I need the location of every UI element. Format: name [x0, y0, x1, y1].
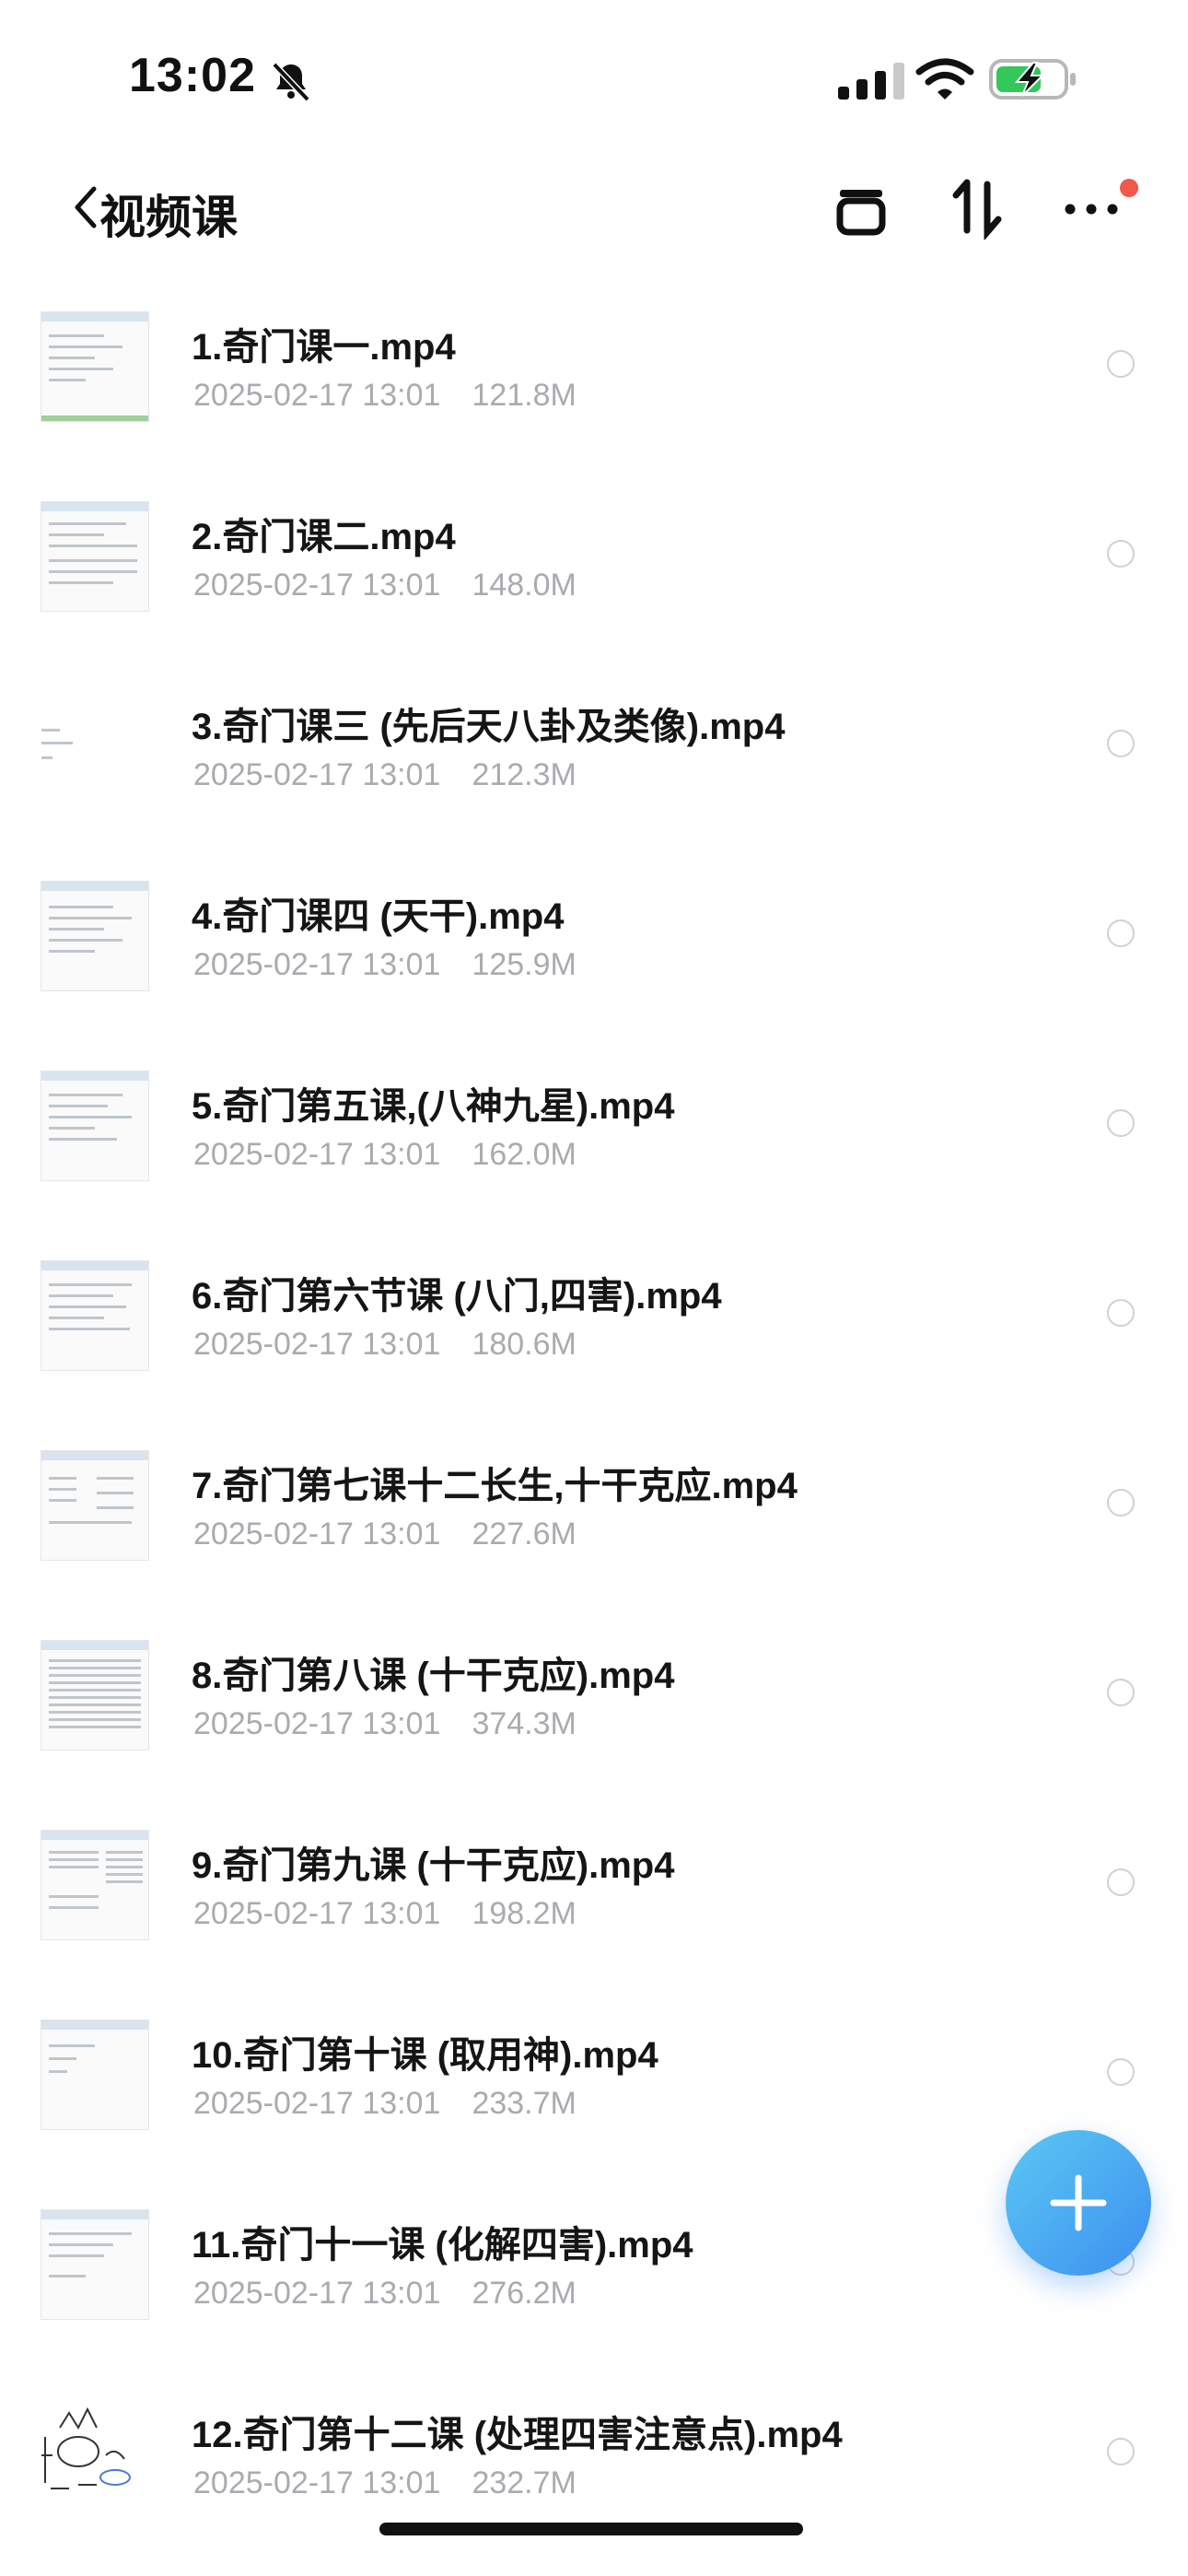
add-button[interactable]: [1006, 2130, 1151, 2276]
file-meta: 2025-02-17 13:01 374.3M: [193, 1706, 577, 1742]
file-date: 2025-02-17 13:01: [193, 378, 441, 413]
sort-icon[interactable]: [945, 175, 1009, 240]
file-meta: 2025-02-17 13:01 198.2M: [193, 1896, 577, 1932]
cellular-signal-icon: [838, 63, 904, 100]
file-size: 198.2M: [472, 1896, 577, 1931]
file-name: 7.奇门第七课十二长生,十干克应.mp4: [192, 1466, 798, 1506]
file-row[interactable]: 2.奇门课二.mp4 2025-02-17 13:01 148.0M: [0, 457, 1188, 647]
video-thumbnail: [41, 2209, 149, 2320]
file-meta: 2025-02-17 13:01 148.0M: [193, 568, 577, 603]
bell-slash-icon: [272, 62, 310, 102]
file-date: 2025-02-17 13:01: [193, 757, 441, 792]
video-thumbnail: [41, 1260, 149, 1371]
file-row[interactable]: 5.奇门第五课,(八神九星).mp4 2025-02-17 13:01 162.0…: [0, 1026, 1188, 1216]
file-name: 12.奇门第十二课 (处理四害注意点).mp4: [192, 2415, 843, 2455]
file-date: 2025-02-17 13:01: [193, 1516, 441, 1551]
file-meta: 2025-02-17 13:01 125.9M: [193, 947, 577, 983]
file-size: 276.2M: [472, 2276, 577, 2311]
file-meta: 2025-02-17 13:01 233.7M: [193, 2086, 577, 2122]
file-meta: 2025-02-17 13:01 276.2M: [193, 2276, 577, 2312]
file-name: 10.奇门第十课 (取用神).mp4: [192, 2035, 658, 2076]
file-row[interactable]: 6.奇门第六节课 (八门,四害).mp4 2025-02-17 13:01 180…: [0, 1216, 1188, 1406]
file-date: 2025-02-17 13:01: [193, 1896, 441, 1931]
file-meta: 2025-02-17 13:01 212.3M: [193, 757, 577, 793]
file-date: 2025-02-17 13:01: [193, 947, 441, 982]
file-meta: 2025-02-17 13:01 232.7M: [193, 2465, 577, 2501]
select-radio[interactable]: [1107, 730, 1135, 757]
file-row[interactable]: 7.奇门第七课十二长生,十干克应.mp4 2025-02-17 13:01 227…: [0, 1406, 1188, 1596]
select-radio[interactable]: [1107, 1109, 1135, 1137]
file-size: 374.3M: [472, 1706, 577, 1741]
navigation-bar: 视频课: [0, 157, 1188, 258]
file-row[interactable]: 9.奇门第九课 (十干克应).mp4 2025-02-17 13:01 198.2…: [0, 1786, 1188, 1975]
home-indicator[interactable]: [379, 2523, 803, 2535]
select-radio[interactable]: [1107, 1299, 1135, 1327]
video-thumbnail: [41, 2399, 149, 2510]
battery-charging-icon: [989, 59, 1076, 100]
back-chevron-icon[interactable]: [66, 181, 103, 233]
file-name: 9.奇门第九课 (十干克应).mp4: [192, 1845, 675, 1886]
file-size: 162.0M: [472, 1137, 577, 1172]
select-radio[interactable]: [1107, 1868, 1135, 1896]
file-name: 8.奇门第八课 (十干克应).mp4: [192, 1656, 675, 1696]
file-row[interactable]: 8.奇门第八课 (十干克应).mp4 2025-02-17 13:01 374.3…: [0, 1596, 1188, 1786]
select-radio[interactable]: [1107, 1489, 1135, 1516]
file-size: 180.6M: [472, 1327, 577, 1362]
file-size: 121.8M: [472, 378, 577, 413]
video-thumbnail: [41, 1830, 149, 1940]
file-row[interactable]: 3.奇门课三 (先后天八卦及类像).mp4 2025-02-17 13:01 21…: [0, 647, 1188, 837]
file-size: 227.6M: [472, 1516, 577, 1551]
file-meta: 2025-02-17 13:01 162.0M: [193, 1137, 577, 1173]
file-date: 2025-02-17 13:01: [193, 1706, 441, 1741]
file-name: 2.奇门课二.mp4: [192, 517, 456, 557]
file-size: 232.7M: [472, 2465, 577, 2500]
video-thumbnail: [41, 2020, 149, 2130]
file-size: 125.9M: [472, 947, 577, 982]
file-meta: 2025-02-17 13:01 121.8M: [193, 378, 577, 414]
file-size: 212.3M: [472, 757, 577, 792]
file-date: 2025-02-17 13:01: [193, 2086, 441, 2121]
plus-icon: [1050, 2174, 1107, 2231]
video-thumbnail: [41, 501, 149, 612]
file-name: 6.奇门第六节课 (八门,四害).mp4: [192, 1276, 722, 1317]
file-name: 11.奇门十一课 (化解四害).mp4: [192, 2225, 693, 2266]
file-date: 2025-02-17 13:01: [193, 1327, 441, 1362]
wifi-icon: [915, 58, 974, 100]
video-thumbnail: [41, 1640, 149, 1751]
file-name: 4.奇门课四 (天干).mp4: [192, 896, 565, 937]
video-thumbnail: [41, 1071, 149, 1181]
select-radio[interactable]: [1107, 1679, 1135, 1706]
file-row[interactable]: 4.奇门课四 (天干).mp4 2025-02-17 13:01 125.9M: [0, 837, 1188, 1026]
video-thumbnail: [41, 691, 149, 802]
status-time: 13:02: [129, 49, 256, 102]
select-radio[interactable]: [1107, 919, 1135, 947]
file-row[interactable]: 12.奇门第十二课 (处理四害注意点).mp4 2025-02-17 13:01…: [0, 2355, 1188, 2545]
file-date: 2025-02-17 13:01: [193, 2465, 441, 2500]
select-radio[interactable]: [1107, 2438, 1135, 2465]
multi-select-icon[interactable]: [829, 175, 893, 240]
select-radio[interactable]: [1107, 2058, 1135, 2086]
file-date: 2025-02-17 13:01: [193, 2276, 441, 2311]
file-meta: 2025-02-17 13:01 227.6M: [193, 1516, 577, 1552]
file-row[interactable]: 1.奇门课一.mp4 2025-02-17 13:01 121.8M: [0, 267, 1188, 457]
status-bar: 13:02: [0, 0, 1188, 157]
file-size: 148.0M: [472, 568, 577, 603]
more-icon[interactable]: [1059, 175, 1124, 240]
file-date: 2025-02-17 13:01: [193, 1137, 441, 1172]
video-thumbnail: [41, 1450, 149, 1561]
file-size: 233.7M: [472, 2086, 577, 2121]
file-name: 1.奇门课一.mp4: [192, 327, 456, 368]
video-thumbnail: [41, 881, 149, 991]
select-radio[interactable]: [1107, 350, 1135, 378]
select-radio[interactable]: [1107, 540, 1135, 568]
file-row[interactable]: 10.奇门第十课 (取用神).mp4 2025-02-17 13:01 233.7…: [0, 1975, 1188, 2165]
back-button-label[interactable]: 视频课: [99, 181, 238, 247]
notification-dot: [1120, 179, 1138, 197]
video-thumbnail: [41, 311, 149, 422]
file-meta: 2025-02-17 13:01 180.6M: [193, 1327, 577, 1363]
file-name: 3.奇门课三 (先后天八卦及类像).mp4: [192, 707, 786, 747]
file-date: 2025-02-17 13:01: [193, 568, 441, 603]
file-name: 5.奇门第五课,(八神九星).mp4: [192, 1086, 675, 1127]
